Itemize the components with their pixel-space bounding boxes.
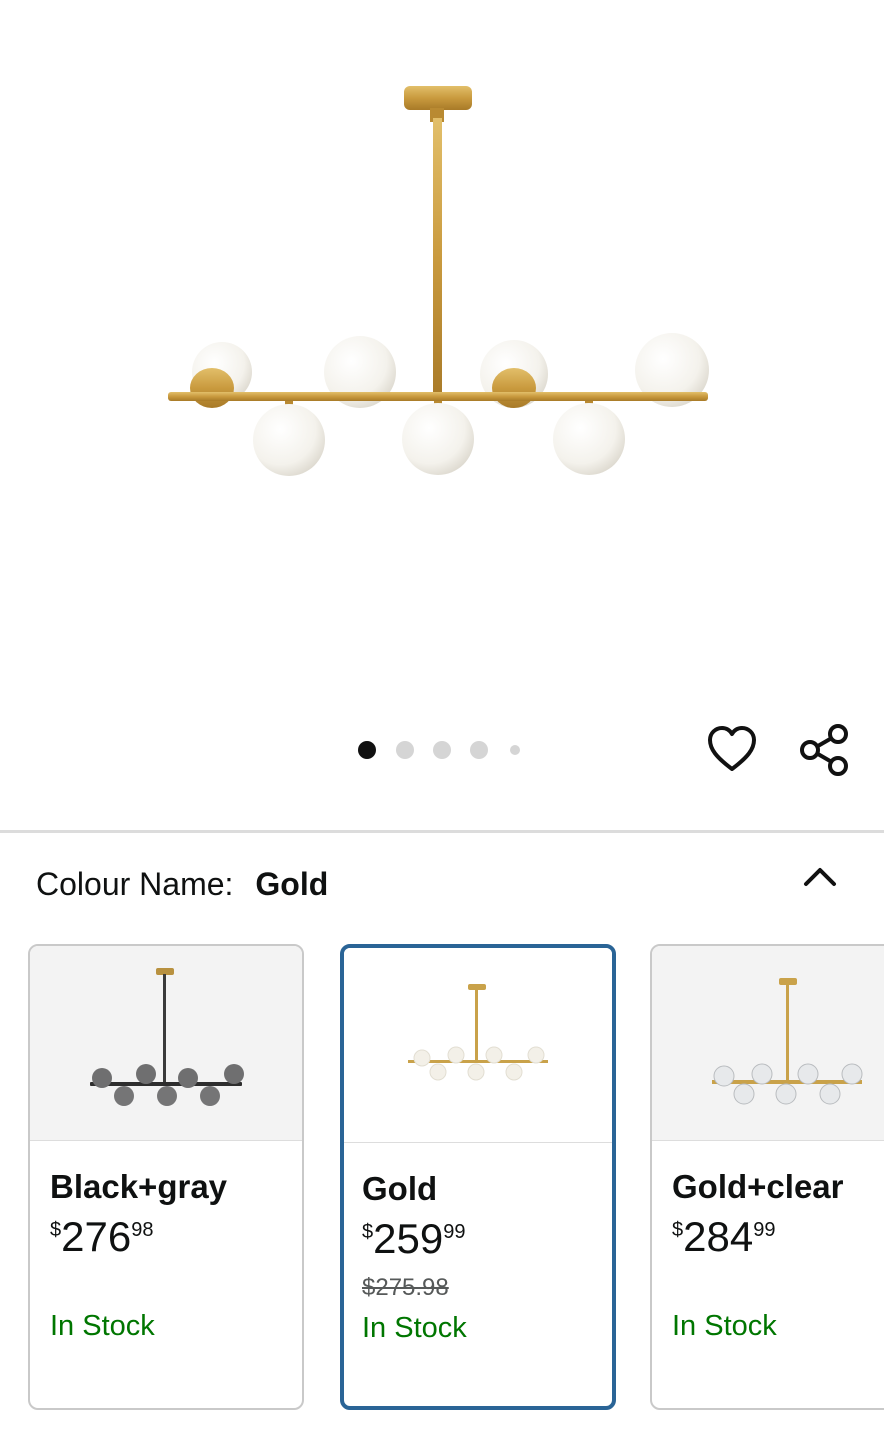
- variant-list-price: $275.98: [362, 1274, 449, 1301]
- carousel-dot-1[interactable]: [358, 741, 376, 759]
- variant-stock-status: In Stock: [672, 1310, 777, 1342]
- variant-price: $28499: [672, 1213, 776, 1260]
- colour-name-row: Colour Name: Gold: [36, 866, 328, 903]
- variant-price: $27698: [50, 1213, 154, 1260]
- carousel-dot-2[interactable]: [396, 741, 414, 759]
- share-icon[interactable]: [798, 724, 850, 776]
- colour-name-value: Gold: [255, 866, 329, 902]
- variant-name: Black+gray: [50, 1168, 228, 1205]
- carousel-indicator[interactable]: [358, 739, 528, 761]
- variant-name: Gold+clear: [672, 1168, 844, 1205]
- variant-thumbnail: [30, 946, 302, 1141]
- carousel-dot-4[interactable]: [470, 741, 488, 759]
- chevron-up-icon[interactable]: [800, 858, 840, 894]
- variant-thumbnail: [344, 948, 612, 1143]
- variant-card-black-gray[interactable]: Black+gray $27698 In Stock: [28, 944, 304, 1410]
- product-image[interactable]: [0, 0, 884, 700]
- section-divider: [0, 830, 884, 833]
- chandelier-illustration: [168, 86, 709, 476]
- variant-price: $25999: [362, 1215, 466, 1262]
- carousel-dot-5[interactable]: [510, 745, 520, 755]
- variant-name: Gold: [362, 1170, 438, 1207]
- variant-stock-status: In Stock: [362, 1312, 467, 1344]
- carousel-dot-3[interactable]: [433, 741, 451, 759]
- colour-name-label: Colour Name:: [36, 866, 234, 902]
- variant-thumbnail: [652, 946, 884, 1141]
- variant-card-gold[interactable]: Gold $25999 $275.98 In Stock: [340, 944, 616, 1410]
- variant-card-gold-clear[interactable]: Gold+clear $28499 In Stock: [650, 944, 884, 1410]
- heart-icon[interactable]: [706, 724, 758, 776]
- variant-stock-status: In Stock: [50, 1310, 155, 1342]
- variant-list: Black+gray $27698 In Stock Gold $25999 $…: [0, 944, 884, 1414]
